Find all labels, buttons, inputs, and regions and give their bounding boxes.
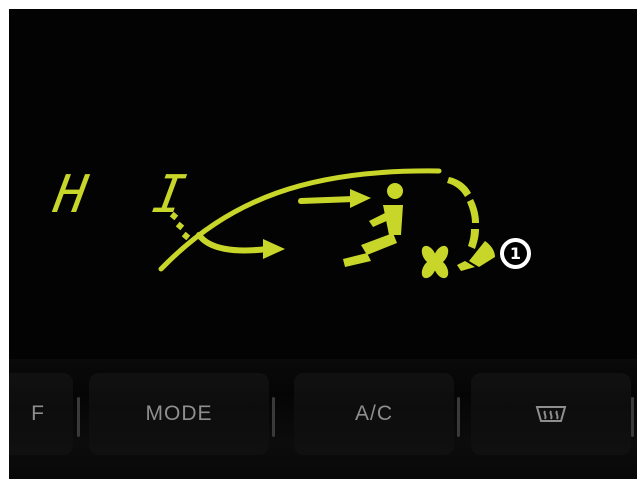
rear-defrost-icon <box>535 406 567 422</box>
callout-marker: 1 <box>500 238 531 269</box>
floor-airflow-arrow <box>196 232 285 259</box>
button-divider <box>77 397 80 437</box>
button-divider <box>272 397 275 437</box>
button-bar: F MODE A/C <box>9 359 637 479</box>
rear-defrost-button[interactable] <box>471 373 631 455</box>
face-airflow-arrow <box>298 189 371 208</box>
partial-button-label: F <box>31 402 45 425</box>
button-divider <box>457 397 460 437</box>
ac-button[interactable]: A/C <box>294 373 454 455</box>
lcd-display: H I 1 <box>9 9 637 359</box>
mode-button-label: MODE <box>145 402 213 425</box>
fan-speed-readout: H I <box>49 165 209 225</box>
partial-button[interactable]: F <box>9 373 73 455</box>
climate-control-panel: H I 1 F MODE A/C <box>9 9 637 479</box>
fan-level-bars <box>447 177 495 271</box>
callout-number: 1 <box>504 242 527 265</box>
ac-button-label: A/C <box>354 402 393 425</box>
fan-icon <box>421 245 449 279</box>
mode-button[interactable]: MODE <box>89 373 269 455</box>
button-divider <box>631 397 634 437</box>
